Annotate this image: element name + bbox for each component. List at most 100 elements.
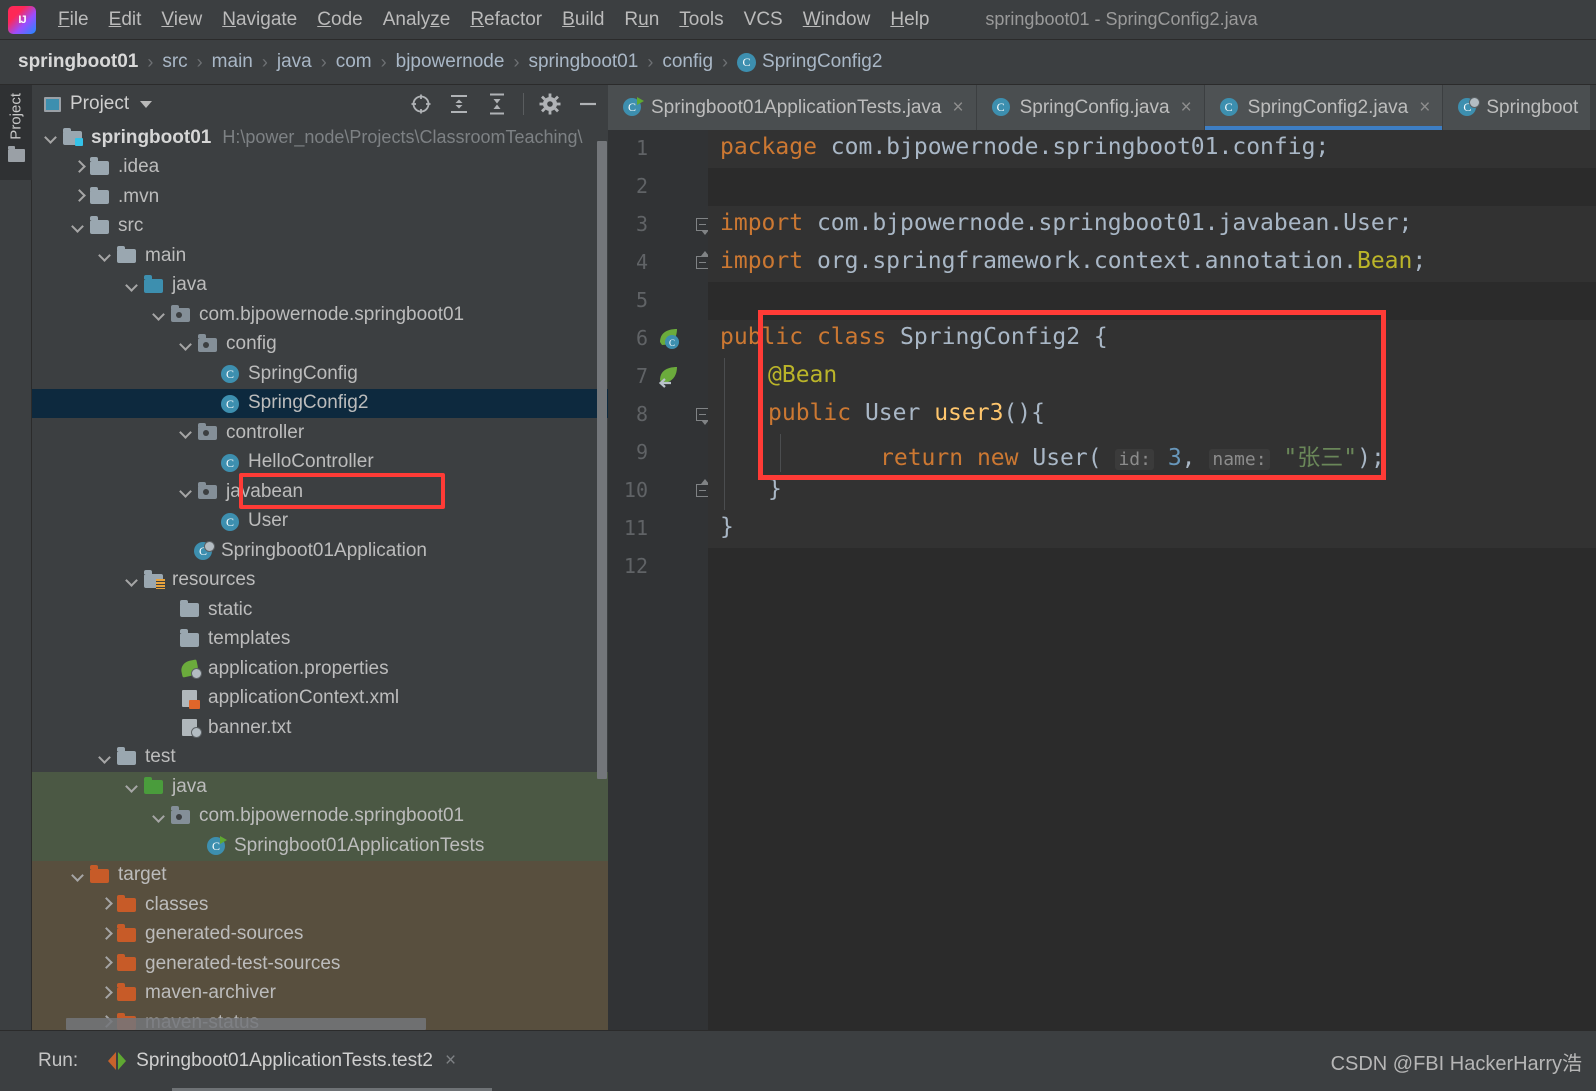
tool-window-button-project[interactable]: Project bbox=[0, 85, 32, 180]
tree-row-package-test[interactable]: com.bjpowernode.springboot01 bbox=[32, 801, 608, 831]
tree-row-springconfig[interactable]: C SpringConfig bbox=[32, 359, 608, 389]
chevron-down-icon[interactable] bbox=[180, 485, 193, 498]
tree-row-banner-txt[interactable]: banner.txt bbox=[32, 713, 608, 743]
editor-tab-springconfig[interactable]: C SpringConfig.java × bbox=[976, 85, 1205, 130]
menu-window[interactable]: Window bbox=[793, 7, 881, 33]
menu-file[interactable]: File bbox=[48, 7, 99, 33]
chevron-down-icon[interactable] bbox=[180, 338, 193, 351]
tree-row-main[interactable]: main bbox=[32, 241, 608, 271]
tree-row-applicationcontext-xml[interactable]: applicationContext.xml bbox=[32, 684, 608, 714]
tree-row-target[interactable]: target bbox=[32, 860, 608, 890]
breadcrumb-item-springboot01[interactable]: springboot01 bbox=[18, 51, 138, 73]
breadcrumb-item-com[interactable]: com bbox=[336, 51, 372, 73]
chevron-down-icon[interactable] bbox=[180, 426, 193, 439]
chevron-down-icon[interactable] bbox=[72, 220, 85, 233]
chevron-right-icon[interactable] bbox=[99, 957, 112, 970]
chevron-down-icon[interactable] bbox=[126, 574, 139, 587]
project-tree-vertical-scrollbar[interactable] bbox=[596, 123, 608, 1030]
folder-source-blue-icon bbox=[144, 275, 164, 294]
tree-row-main-java[interactable]: java bbox=[32, 271, 608, 301]
editor-tab-springboot[interactable]: C Springboot bbox=[1443, 85, 1592, 130]
tree-row-config[interactable]: config bbox=[32, 330, 608, 360]
spring-bean-method-gutter-icon[interactable] bbox=[656, 364, 680, 388]
class-icon: C bbox=[1219, 98, 1240, 117]
menu-view[interactable]: View bbox=[151, 7, 212, 33]
tree-row-springconfig2[interactable]: C SpringConfig2 bbox=[32, 388, 608, 418]
project-tree[interactable]: springboot01 H:\power_node\Projects\Clas… bbox=[32, 123, 608, 1030]
close-icon[interactable]: × bbox=[952, 97, 963, 119]
chevron-right-icon[interactable] bbox=[72, 190, 85, 203]
tree-row-user[interactable]: C User bbox=[32, 507, 608, 537]
tree-row-package-main[interactable]: com.bjpowernode.springboot01 bbox=[32, 300, 608, 330]
chevron-down-icon[interactable] bbox=[99, 249, 112, 262]
chevron-right-icon[interactable] bbox=[72, 161, 85, 174]
breadcrumb-item-bjpowernode[interactable]: bjpowernode bbox=[396, 51, 505, 73]
chevron-down-icon[interactable] bbox=[45, 131, 58, 144]
tree-row-test-java[interactable]: java bbox=[32, 772, 608, 802]
menu-refactor[interactable]: Refactor bbox=[460, 7, 552, 33]
hide-icon[interactable] bbox=[576, 92, 600, 116]
editor-tab-springconfig2[interactable]: C SpringConfig2.java × bbox=[1204, 85, 1444, 130]
menu-help[interactable]: Help bbox=[880, 7, 939, 33]
menu-tools[interactable]: Tools bbox=[669, 7, 733, 33]
menu-edit[interactable]: Edit bbox=[99, 7, 152, 33]
editor-tab-springboot01applicationtests[interactable]: C Springboot01ApplicationTests.java × bbox=[608, 85, 977, 130]
tree-row-javabean[interactable]: javabean bbox=[32, 477, 608, 507]
editor-gutter[interactable]: 1 2 3 4 5 6 7 8 9 10 11 12 C bbox=[608, 130, 709, 1030]
chevron-down-icon[interactable] bbox=[99, 751, 112, 764]
gear-icon[interactable] bbox=[538, 92, 562, 116]
tree-row-classes[interactable]: classes bbox=[32, 890, 608, 920]
tree-row-src[interactable]: src bbox=[32, 212, 608, 242]
breadcrumb-item-springboot01-pkg[interactable]: springboot01 bbox=[528, 51, 638, 73]
chevron-down-icon[interactable] bbox=[72, 869, 85, 882]
chevron-down-icon[interactable] bbox=[140, 100, 153, 108]
tree-row-resources[interactable]: resources bbox=[32, 566, 608, 596]
tree-row-static[interactable]: static bbox=[32, 595, 608, 625]
run-configuration-name[interactable]: Springboot01ApplicationTests.test2 bbox=[136, 1050, 433, 1072]
code-editor[interactable]: package com.bjpowernode.springboot01.con… bbox=[708, 130, 1596, 1030]
collapse-all-icon[interactable] bbox=[485, 92, 509, 116]
chevron-down-icon[interactable] bbox=[126, 279, 139, 292]
tree-row-application-properties[interactable]: application.properties bbox=[32, 654, 608, 684]
project-tree-horizontal-scrollbar[interactable] bbox=[66, 1018, 426, 1030]
breadcrumb-item-java[interactable]: java bbox=[277, 51, 312, 73]
chevron-down-icon[interactable] bbox=[153, 308, 166, 321]
tree-label: springboot01 bbox=[91, 126, 212, 148]
menu-run[interactable]: Run bbox=[614, 7, 669, 33]
select-opened-file-icon[interactable] bbox=[409, 92, 433, 116]
tree-row-test[interactable]: test bbox=[32, 743, 608, 773]
chevron-down-icon[interactable] bbox=[126, 780, 139, 793]
spring-bean-class-gutter-icon[interactable]: C bbox=[656, 326, 680, 350]
tree-row-generated-test-sources[interactable]: generated-test-sources bbox=[32, 949, 608, 979]
close-icon[interactable]: × bbox=[1181, 97, 1192, 119]
breadcrumb-item-config[interactable]: config bbox=[662, 51, 713, 73]
tree-row-controller[interactable]: controller bbox=[32, 418, 608, 448]
chevron-right-icon[interactable] bbox=[99, 928, 112, 941]
tree-row-hellocontroller[interactable]: C HelloController bbox=[32, 448, 608, 478]
menu-build[interactable]: Build bbox=[552, 7, 614, 33]
menu-vcs[interactable]: VCS bbox=[734, 7, 793, 33]
breadcrumb-item-src[interactable]: src bbox=[162, 51, 187, 73]
scrollbar-thumb[interactable] bbox=[597, 141, 607, 779]
menu-analyze[interactable]: Analyze bbox=[373, 7, 461, 33]
breadcrumb-item-main[interactable]: main bbox=[212, 51, 253, 73]
menu-navigate[interactable]: Navigate bbox=[212, 7, 307, 33]
tree-row-springboot01[interactable]: springboot01 H:\power_node\Projects\Clas… bbox=[32, 123, 608, 153]
breadcrumb-item-springconfig2[interactable]: SpringConfig2 bbox=[762, 51, 882, 73]
chevron-right-icon[interactable] bbox=[99, 987, 112, 1000]
menu-code[interactable]: Code bbox=[307, 7, 372, 33]
chevron-right-icon[interactable] bbox=[99, 898, 112, 911]
tree-row-generated-sources[interactable]: generated-sources bbox=[32, 919, 608, 949]
tree-row-maven-archiver[interactable]: maven-archiver bbox=[32, 978, 608, 1008]
close-icon[interactable]: × bbox=[1419, 97, 1430, 119]
tree-row-springboot01application[interactable]: C Springboot01Application bbox=[32, 536, 608, 566]
expand-all-icon[interactable] bbox=[447, 92, 471, 116]
tree-row-mvn[interactable]: .mvn bbox=[32, 182, 608, 212]
tree-row-springboot01applicationtests[interactable]: C Springboot01ApplicationTests bbox=[32, 831, 608, 861]
tree-row-templates[interactable]: templates bbox=[32, 625, 608, 655]
tree-label: java bbox=[172, 274, 207, 296]
tool-window-label-project: Project bbox=[7, 93, 25, 140]
tree-row-idea[interactable]: .idea bbox=[32, 153, 608, 183]
chevron-down-icon[interactable] bbox=[153, 810, 166, 823]
close-icon[interactable]: × bbox=[445, 1050, 456, 1072]
